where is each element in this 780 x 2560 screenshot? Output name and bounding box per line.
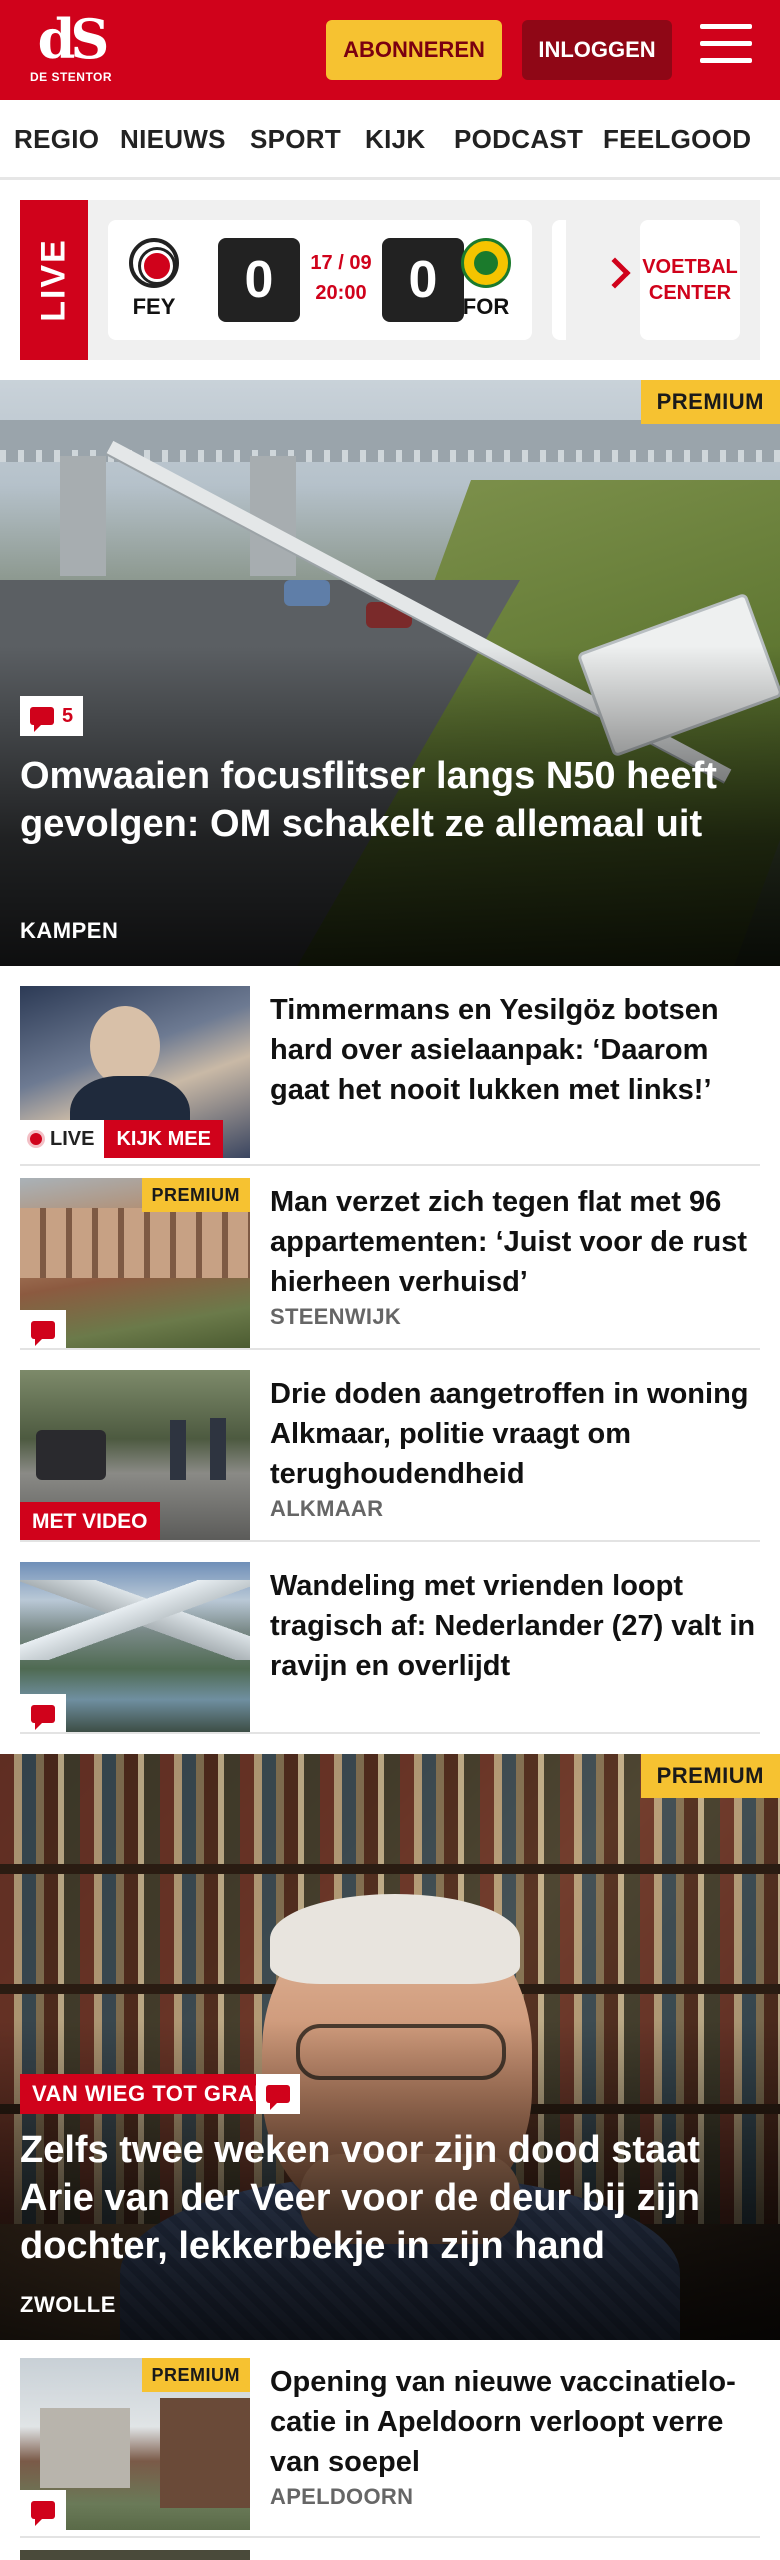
logo-subtitle: DE STENTOR <box>29 70 113 84</box>
nav-item-sport[interactable]: SPORT <box>250 124 341 155</box>
voetbal-center-button[interactable]: VOETBAL CENTER <box>640 220 740 340</box>
series-label[interactable]: VAN WIEG TOT GRAF <box>20 2074 281 2114</box>
comment-button[interactable] <box>20 2490 66 2530</box>
home-team: FEY <box>126 238 182 320</box>
hero-image-pillar <box>250 456 296 576</box>
article-location: STEENWIJK <box>270 1304 402 1329</box>
premium-badge: PREMIUM <box>640 380 780 424</box>
list-item[interactable]: LIVE KIJK MEE Timmermans en Yesilgöz bot… <box>20 986 760 1158</box>
hero-location: ZWOLLE <box>20 2292 116 2317</box>
match-card[interactable]: FEY 0 17 / 09 20:00 0 FOR <box>108 220 532 340</box>
next-match-card-edge[interactable] <box>552 220 566 340</box>
premium-badge: PREMIUM <box>141 1178 250 1212</box>
hamburger-menu-icon[interactable] <box>700 24 752 74</box>
comment-icon <box>31 1705 55 1730</box>
article-title[interactable]: Wandeling met vrienden loopt tragisch af… <box>270 1566 760 1686</box>
away-score: 0 <box>382 238 464 322</box>
live-scores-strip: LIVE FEY 0 17 / 09 20:00 0 FOR VOETBAL C… <box>20 200 760 360</box>
hero-article-flitser[interactable]: PREMIUM 5 Omwaaien focusflitser langs N5… <box>0 380 780 966</box>
hero-article-van-der-veer[interactable]: PREMIUM VAN WIEG TOT GRAF Zelfs twee wek… <box>0 1754 780 2340</box>
fortuna-crest-icon <box>461 238 511 288</box>
live-badge[interactable]: LIVE KIJK MEE <box>20 1120 223 1158</box>
hero-location: KAMPEN <box>20 918 119 943</box>
article-thumbnail: PREMIUM <box>20 1178 250 1350</box>
live-tab-label: LIVE <box>34 238 73 322</box>
article-title[interactable]: Drie doden aangetroffen in woning Alkmaa… <box>270 1374 760 1494</box>
premium-badge: PREMIUM <box>141 2358 250 2392</box>
comment-icon <box>31 1321 55 1346</box>
login-button[interactable]: INLOGGEN <box>522 20 672 80</box>
comment-button[interactable] <box>20 1310 66 1350</box>
nav-item-nieuws[interactable]: NIEUWS <box>120 124 226 155</box>
chevron-right-icon[interactable] <box>599 257 631 289</box>
subscribe-button[interactable]: ABONNEREN <box>326 20 502 80</box>
premium-badge: PREMIUM <box>640 1754 780 1798</box>
live-tab[interactable]: LIVE <box>20 200 88 360</box>
hero-image-car <box>284 580 330 606</box>
away-team-abbr: FOR <box>462 294 510 319</box>
nav-item-regio[interactable]: REGIO <box>14 124 99 155</box>
live-dot-icon <box>30 1133 42 1145</box>
article-thumbnail <box>20 1562 250 1734</box>
live-label: LIVE <box>50 1127 95 1150</box>
hero-image-pillar <box>60 456 106 576</box>
article-title[interactable]: Timmermans en Yesilgöz botsen hard over … <box>270 990 760 1110</box>
article-thumbnail: PREMIUM <box>20 2358 250 2530</box>
list-item[interactable]: PREMIUM Opening van nieuwe vaccinatielo­… <box>20 2358 760 2530</box>
nav-item-kijk[interactable]: KIJK <box>365 124 425 155</box>
article-title[interactable]: Man verzet zich tegen flat met 96 appart… <box>270 1182 760 1302</box>
site-header: dS DE STENTOR ABONNEREN INLOGGEN <box>0 0 780 100</box>
list-item[interactable] <box>20 2550 760 2560</box>
watch-live-button[interactable]: KIJK MEE <box>104 1120 223 1158</box>
comment-icon <box>266 2085 290 2110</box>
away-team: FOR <box>458 238 514 320</box>
comment-icon <box>31 2501 55 2526</box>
article-title[interactable]: Opening van nieuwe vaccinatielo­catie in… <box>270 2362 760 2482</box>
site-logo[interactable]: dS DE STENTOR <box>26 10 116 90</box>
comment-button[interactable] <box>20 1694 66 1734</box>
voetbal-center-label-2: CENTER <box>648 282 732 304</box>
comment-count[interactable]: 5 <box>20 696 84 736</box>
match-datetime: 17 / 09 20:00 <box>300 248 382 308</box>
article-thumbnail: MET VIDEO <box>20 1370 250 1542</box>
feyenoord-crest-icon <box>129 238 179 288</box>
list-item[interactable]: Wandeling met vrienden loopt tragisch af… <box>20 1562 760 1734</box>
comment-button[interactable] <box>256 2074 300 2114</box>
article-thumbnail: LIVE KIJK MEE <box>20 986 250 1158</box>
home-score: 0 <box>218 238 300 322</box>
logo-mark: dS <box>37 7 110 71</box>
article-location: ALKMAAR <box>270 1496 384 1521</box>
hero-title[interactable]: Omwaaien focusflitser langs N50 heeft ge… <box>20 752 760 848</box>
section-nav: REGIO NIEUWS SPORT KIJK PODCAST FEELGOOD <box>0 100 780 180</box>
home-team-abbr: FEY <box>132 294 176 319</box>
nav-item-podcast[interactable]: PODCAST <box>454 124 583 155</box>
hero-title[interactable]: Zelfs twee weken voor zijn dood staat Ar… <box>20 2126 760 2270</box>
voetbal-center-label-1: VOETBAL <box>642 256 738 278</box>
list-item[interactable]: MET VIDEO Drie doden aangetroffen in won… <box>20 1370 760 1542</box>
article-location: APELDOORN <box>270 2484 414 2509</box>
nav-item-feelgood[interactable]: FEELGOOD <box>603 124 751 155</box>
list-item[interactable]: PREMIUM Man verzet zich tegen flat met 9… <box>20 1178 760 1350</box>
match-date: 17 / 09 <box>310 252 372 274</box>
match-time: 20:00 <box>315 282 367 304</box>
comment-icon <box>30 707 54 732</box>
video-label: MET VIDEO <box>20 1502 160 1542</box>
article-thumbnail <box>20 2550 250 2560</box>
comment-count-value: 5 <box>62 704 74 727</box>
